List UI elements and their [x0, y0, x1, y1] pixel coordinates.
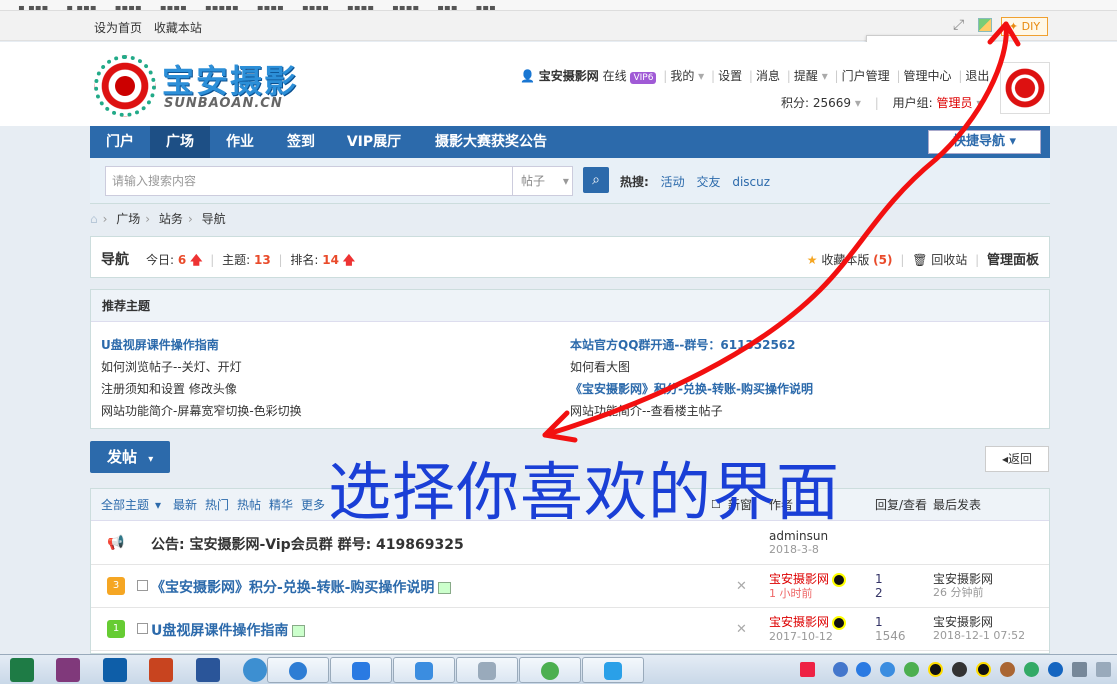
taskbar-window[interactable] [456, 657, 518, 683]
tray-icon[interactable] [800, 662, 815, 677]
powerpoint-icon[interactable] [149, 658, 173, 682]
app-icon [541, 662, 559, 680]
volume-icon[interactable] [1072, 662, 1087, 677]
word-icon[interactable] [196, 658, 220, 682]
taskbar-window[interactable] [267, 657, 329, 683]
qq-icon[interactable] [928, 662, 943, 677]
qq-icon[interactable] [976, 662, 991, 677]
tray-icon[interactable] [1024, 662, 1039, 677]
bluetooth-icon[interactable] [1048, 662, 1063, 677]
browser-icon[interactable] [243, 658, 267, 682]
tray-icon[interactable] [904, 662, 919, 677]
taskbar-window[interactable] [330, 657, 392, 683]
app-icon [604, 662, 622, 680]
onenote-icon[interactable] [56, 658, 80, 682]
shield-icon [352, 662, 370, 680]
tray-icon[interactable] [856, 662, 871, 677]
tray-icon[interactable] [833, 662, 848, 677]
app-icon [289, 662, 307, 680]
taskbar-window[interactable] [519, 657, 581, 683]
taskbar-window[interactable] [393, 657, 455, 683]
network-icon[interactable] [1096, 662, 1111, 677]
notepad-icon [478, 662, 496, 680]
shield-icon [415, 662, 433, 680]
excel-icon[interactable] [10, 658, 34, 682]
tray-icon[interactable] [952, 662, 967, 677]
tray-icon[interactable] [880, 662, 895, 677]
taskbar-window[interactable] [582, 657, 644, 683]
tray-icon[interactable] [1000, 662, 1015, 677]
outlook-icon[interactable] [103, 658, 127, 682]
windows-taskbar [0, 654, 1117, 684]
annotation-arrow [542, 21, 1021, 443]
